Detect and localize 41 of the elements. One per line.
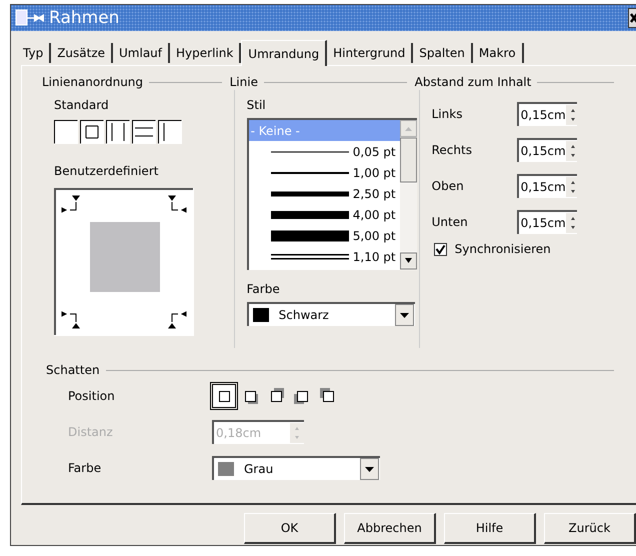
tab[interactable]: Typ [17, 43, 52, 63]
label: Farbe [246, 282, 280, 298]
list-item[interactable]: 5,00 pt [248, 225, 400, 246]
label: Benutzerdefiniert [54, 164, 158, 180]
synchronize-checkbox[interactable]: Synchronisieren [434, 242, 551, 256]
group-title: Schatten [46, 363, 100, 377]
color-dropdown[interactable]: Grau [212, 456, 380, 480]
label: Farbe [68, 461, 102, 475]
line-style-list[interactable]: - Keine - 0,05 pt 1,00 pt 2,50 pt 4,00 pt 5,00 pt 1,10 pt [246, 118, 417, 270]
color-dropdown[interactable]: Schwarz [246, 302, 415, 326]
group-title: Linie [230, 75, 258, 89]
group-title: Linienanordnung [42, 75, 144, 89]
tab[interactable]: Hintergrund [327, 43, 414, 63]
label: Rechts [432, 143, 473, 157]
label: Stil [246, 98, 266, 114]
list-item[interactable]: 2,50 pt [248, 183, 400, 204]
tab[interactable]: Zusätze [51, 43, 114, 63]
tab[interactable]: Makro [472, 43, 524, 63]
dialog-button[interactable]: Zurück [544, 513, 636, 544]
window-title: Rahmen [49, 8, 120, 28]
dialog-button[interactable]: OK [244, 513, 336, 544]
dialog-button[interactable]: Abbrechen [344, 513, 436, 544]
dialog-button[interactable]: Hilfe [444, 513, 536, 544]
group-title: Abstand zum Inhalt [414, 75, 532, 89]
label: Standard [54, 98, 109, 114]
label: Oben [432, 179, 465, 193]
list-item[interactable]: 4,00 pt [248, 204, 400, 225]
spin-field[interactable]: 0,15cm [516, 102, 577, 126]
tab[interactable]: Umlauf [113, 43, 170, 63]
tab[interactable]: Spalten [413, 43, 473, 63]
spin-field[interactable]: 0,15cm [516, 210, 577, 234]
spin-field[interactable]: 0,15cm [516, 174, 577, 198]
list-item[interactable]: 1,00 pt [248, 162, 400, 183]
list-item[interactable]: 1,10 pt [248, 246, 400, 267]
spin-field[interactable]: 0,15cm [516, 138, 577, 162]
list-item[interactable]: 0,05 pt [248, 141, 400, 162]
label: Links [432, 107, 464, 121]
label: Distanz [68, 425, 114, 439]
label: Unten [432, 215, 469, 229]
label: Position [68, 389, 116, 403]
tab[interactable]: Umrandung [241, 40, 328, 66]
